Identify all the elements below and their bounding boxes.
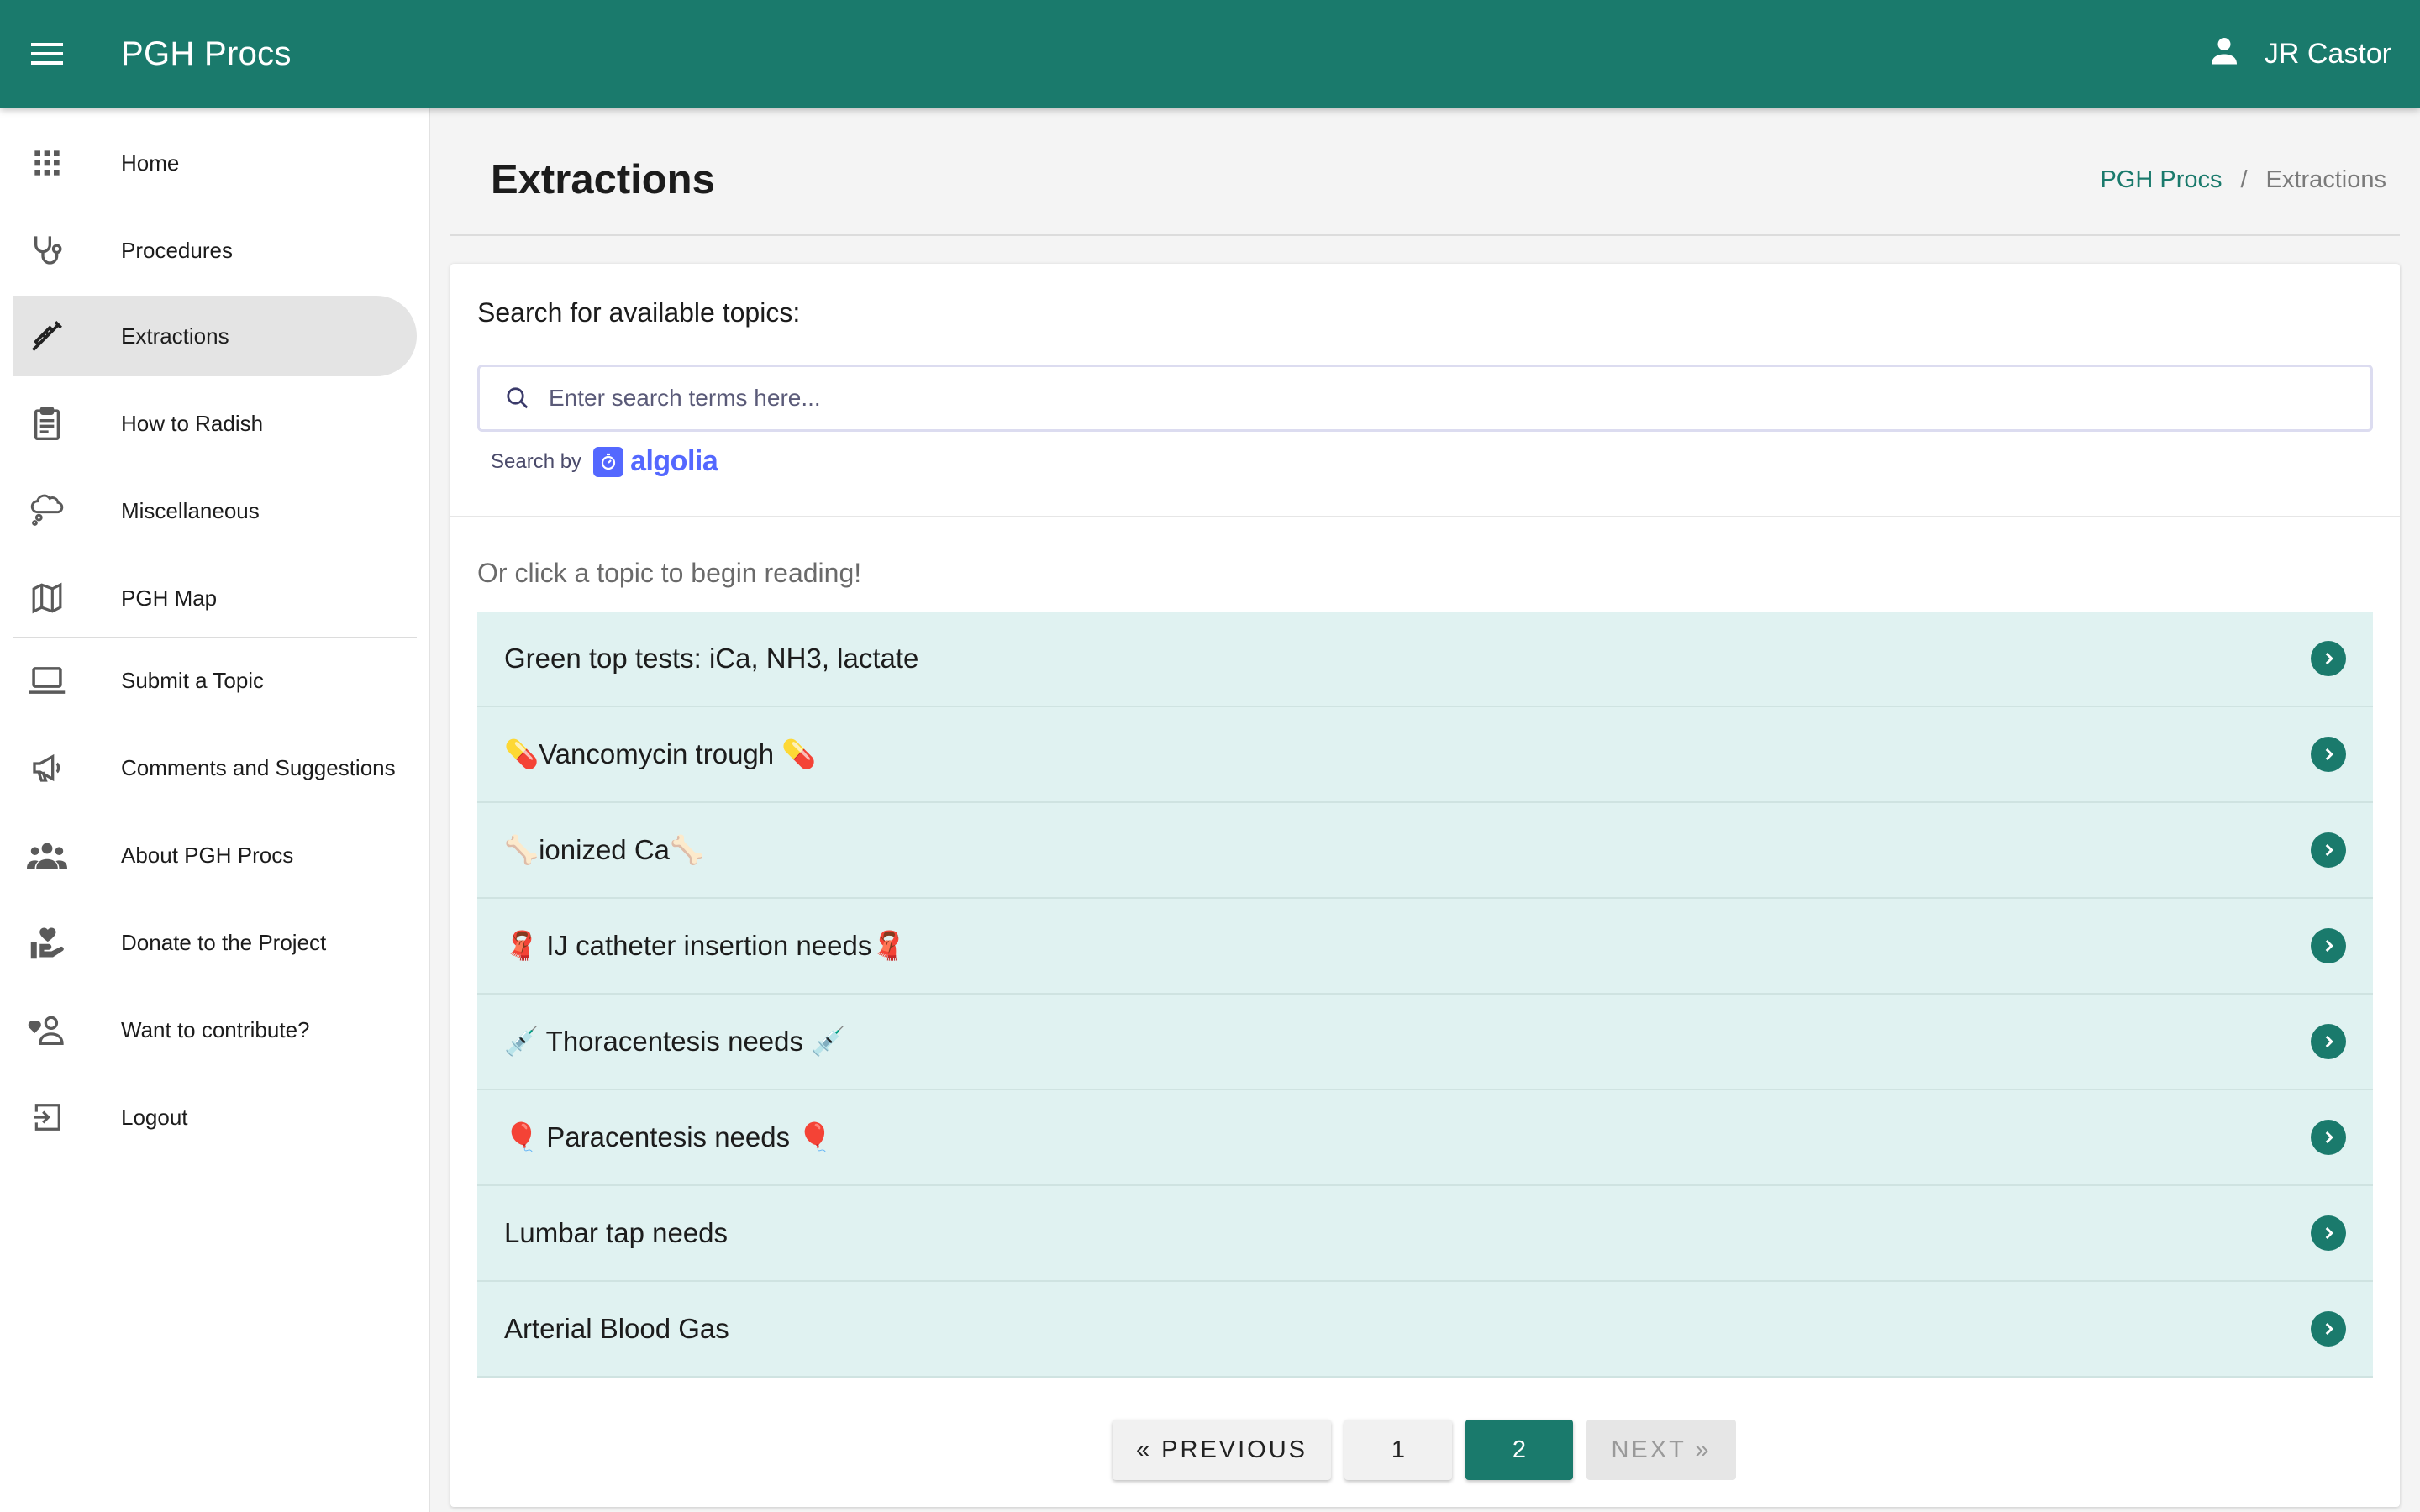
sidebar-item-label: Submit a Topic [121,667,265,693]
stethoscope-icon [13,234,81,267]
hand-heart-icon [13,925,81,960]
sidebar-item-label: Miscellaneous [121,497,260,523]
topic-item[interactable]: 💉 Thoracentesis needs 💉 [477,995,2373,1090]
user-name: JR Castor [2264,37,2391,70]
person-icon [2209,35,2239,73]
sidebar-item-submit-topic[interactable]: Submit a Topic [13,640,417,721]
sidebar-item-donate[interactable]: Donate to the Project [13,902,417,983]
megaphone-icon [13,751,81,785]
pagination: « PREVIOUS 1 2 NEXT » [1113,1420,1736,1480]
sidebar-item-contribute[interactable]: Want to contribute? [13,990,417,1070]
topic-item[interactable]: 🦴ionized Ca🦴 [477,803,2373,899]
topic-item[interactable]: 💊Vancomycin trough 💊 [477,707,2373,803]
topic-title: 💉 Thoracentesis needs 💉 [504,1025,846,1057]
sidebar-divider [13,637,417,638]
algolia-wordmark: algolia [630,445,718,477]
sidebar-item-extractions[interactable]: Extractions [13,296,417,376]
topic-title: 🎈 Paracentesis needs 🎈 [504,1121,833,1152]
breadcrumb-current: Extractions [2265,166,2386,193]
topic-list: Green top tests: iCa, NH3, lactate 💊Vanc… [477,612,2373,1378]
chevron-right-icon[interactable] [2311,641,2346,676]
topic-title: Lumbar tap needs [504,1217,729,1248]
sidebar-item-label: Want to contribute? [121,1016,310,1042]
page-1-button[interactable]: 1 [1344,1420,1452,1480]
chevron-right-icon[interactable] [2311,1120,2346,1155]
sidebar-item-pgh-map[interactable]: PGH Map [13,558,417,638]
chevron-right-icon[interactable] [2311,1215,2346,1251]
app-header: PGH Procs JR Castor [0,0,2420,108]
logout-icon [13,1101,81,1133]
sidebar-item-miscellaneous[interactable]: Miscellaneous [13,470,417,551]
chevron-right-icon[interactable] [2311,832,2346,868]
menu-icon[interactable] [0,0,94,108]
app-title[interactable]: PGH Procs [121,35,292,73]
page-2-button[interactable]: 2 [1465,1420,1573,1480]
chevron-right-icon[interactable] [2311,1311,2346,1347]
sidebar-item-comments[interactable]: Comments and Suggestions [13,727,417,808]
syringe-icon [13,319,81,353]
breadcrumb-separator: / [2240,166,2248,193]
person-heart-icon [13,1015,81,1045]
clipboard-icon [13,407,81,440]
previous-page-button[interactable]: « PREVIOUS [1113,1420,1331,1480]
chevron-right-icon[interactable] [2311,1024,2346,1059]
breadcrumb: PGH Procs / Extractions [2100,166,2386,194]
chevron-right-icon[interactable] [2311,928,2346,963]
sidebar-item-home[interactable]: Home [13,123,417,203]
topics-card: Search for available topics: Search by a… [450,264,2400,1507]
sidebar-item-logout[interactable]: Logout [13,1077,417,1158]
user-menu[interactable]: JR Castor [2209,35,2391,73]
topic-item[interactable]: 🎈 Paracentesis needs 🎈 [477,1090,2373,1186]
topic-title: Arterial Blood Gas [504,1313,729,1344]
card-divider [450,516,2400,517]
sidebar-item-label: Donate to the Project [121,929,327,955]
sidebar-item-how-to-radish[interactable]: How to Radish [13,383,417,464]
sidebar-item-label: Extractions [121,323,229,349]
page-title: Extractions [491,157,715,202]
sidebar-item-label: Logout [121,1104,188,1130]
search-box[interactable] [477,365,2373,432]
thought-bubble-icon [13,494,81,528]
header-divider [450,234,2400,236]
next-page-button[interactable]: NEXT » [1586,1420,1736,1480]
topic-item[interactable]: Lumbar tap needs [477,1186,2373,1282]
sidebar: Home Procedures Extractions How to Radis… [0,108,430,1512]
search-heading: Search for available topics: [477,297,801,328]
chevron-right-icon[interactable] [2311,737,2346,772]
topic-item[interactable]: 🧣 IJ catheter insertion needs🧣 [477,899,2373,995]
sidebar-item-label: Procedures [121,237,233,263]
sidebar-item-about[interactable]: About PGH Procs [13,815,417,895]
breadcrumb-root-link[interactable]: PGH Procs [2100,166,2222,194]
group-icon [13,841,81,869]
topic-item[interactable]: Green top tests: iCa, NH3, lactate [477,612,2373,707]
map-icon [13,582,81,614]
search-icon [505,384,534,412]
sidebar-item-label: Comments and Suggestions [121,754,396,780]
sidebar-item-label: PGH Map [121,585,218,611]
sidebar-item-label: Home [121,150,180,176]
search-by-label: Search by [491,449,582,473]
topic-title: 🦴ionized Ca🦴 [504,833,705,865]
sidebar-item-label: How to Radish [121,410,264,436]
topics-hint: Or click a topic to begin reading! [477,558,862,588]
sidebar-item-procedures[interactable]: Procedures [13,210,417,291]
search-input[interactable] [549,385,2313,412]
topic-title: Green top tests: iCa, NH3, lactate [504,643,919,674]
topic-title: 🧣 IJ catheter insertion needs🧣 [504,929,907,961]
topic-title: 💊Vancomycin trough 💊 [504,738,817,769]
grid-icon [13,150,81,176]
algolia-timer-icon [593,446,624,477]
topic-item[interactable]: Arterial Blood Gas [477,1282,2373,1378]
laptop-icon [13,665,81,696]
algolia-logo: algolia [593,445,718,478]
search-attribution[interactable]: Search by algolia [491,445,718,478]
sidebar-item-label: About PGH Procs [121,842,294,868]
